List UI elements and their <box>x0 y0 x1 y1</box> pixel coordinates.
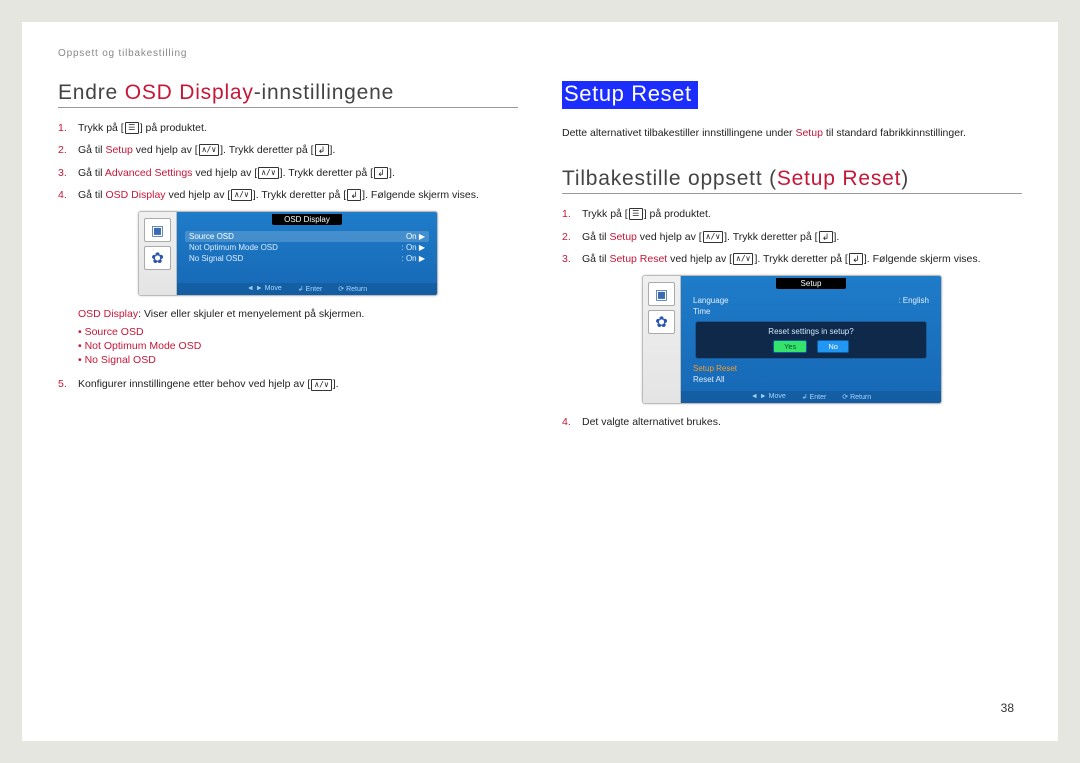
osd-sidebar: ▣ ✿ <box>139 212 177 295</box>
h-post: -innstillingene <box>254 81 394 104</box>
menu-icon <box>629 208 643 220</box>
osd-main: Setup Language: English Time Reset setti… <box>681 276 941 403</box>
osd-sub-items: Source OSD Not Optimum Mode OSD No Signa… <box>78 326 518 366</box>
heading-underline <box>562 193 1022 194</box>
step-2: Gå til Setup ved hjelp av [∧/∨]. Trykk d… <box>562 229 1022 245</box>
arrow-right-icon: ▶ <box>419 243 425 252</box>
osd-tab-picture-icon: ▣ <box>648 282 675 306</box>
osd-row-highlight: Setup Reset <box>689 363 933 374</box>
osd-footer: ◄ ► Move ↲ Enter ⟳ Return <box>681 391 941 403</box>
enter-icon <box>819 231 833 243</box>
updown-icon: ∧/∨ <box>231 189 251 201</box>
bullet-item: Source OSD <box>78 326 518 338</box>
osd-row: Not Optimum Mode OSD: On ▶ <box>185 242 429 253</box>
breadcrumb: Oppsett og tilbakestilling <box>58 48 1022 59</box>
updown-icon: ∧/∨ <box>258 167 278 179</box>
bullet-item: No Signal OSD <box>78 354 518 366</box>
dialog-no-button[interactable]: No <box>817 340 849 353</box>
updown-icon: ∧/∨ <box>703 231 723 243</box>
dialog-text: Reset settings in setup? <box>704 327 918 336</box>
step-4: Det valgte alternativet brukes. <box>562 414 1022 430</box>
osd-tab-setup-icon: ✿ <box>648 310 675 334</box>
intro-text: Dette alternativet tilbakestiller innsti… <box>562 125 1022 141</box>
osd-screenshot-left: ▣ ✿ OSD Display Source OSDOn ▶ Not Optim… <box>138 211 438 296</box>
updown-icon: ∧/∨ <box>311 379 331 391</box>
osd-row: Source OSDOn ▶ <box>185 231 429 242</box>
osd-row: Reset All <box>689 374 933 385</box>
osd-row: No Signal OSD: On ▶ <box>185 253 429 264</box>
menu-icon <box>125 122 139 134</box>
osd-row: Time <box>689 306 933 317</box>
page: Oppsett og tilbakestilling Endre OSD Dis… <box>22 22 1058 741</box>
enter-icon <box>315 144 329 156</box>
enter-icon <box>347 189 361 201</box>
step-1: Trykk på [] på produktet. <box>562 206 1022 222</box>
bullet-item: Not Optimum Mode OSD <box>78 340 518 352</box>
steps-right: Trykk på [] på produktet. Gå til Setup v… <box>562 206 1022 267</box>
osd-sidebar: ▣ ✿ <box>643 276 681 403</box>
arrow-right-icon: ▶ <box>419 232 425 241</box>
step-1: Trykk på [] på produktet. <box>58 120 518 136</box>
osd-screenshot-right: ▣ ✿ Setup Language: English Time Reset s… <box>642 275 942 404</box>
arrow-right-icon: ▶ <box>419 254 425 263</box>
step-2: Gå til Setup ved hjelp av [∧/∨]. Trykk d… <box>58 142 518 158</box>
osd-footer: ◄ ► Move ↲ Enter ⟳ Return <box>177 283 437 295</box>
enter-icon <box>374 167 388 179</box>
updown-icon: ∧/∨ <box>199 144 219 156</box>
page-number: 38 <box>1001 701 1014 715</box>
osd-row: Language: English <box>689 295 933 306</box>
osd-confirm-dialog: Reset settings in setup? Yes No <box>695 321 927 359</box>
step-3: Gå til Advanced Settings ved hjelp av [∧… <box>58 165 518 181</box>
osd-tab-picture-icon: ▣ <box>144 218 171 242</box>
osd-tab-setup-icon: ✿ <box>144 246 171 270</box>
highlighted-term: Setup Reset <box>562 81 698 109</box>
dialog-yes-button[interactable]: Yes <box>773 340 807 353</box>
heading-underline <box>58 107 518 108</box>
osd-main: OSD Display Source OSDOn ▶ Not Optimum M… <box>177 212 437 295</box>
h-red: OSD Display <box>125 81 254 104</box>
osd-title: OSD Display <box>272 214 342 225</box>
left-column: Endre OSD Display-innstillingene Trykk p… <box>58 63 518 436</box>
osd-title: Setup <box>776 278 846 289</box>
steps-right-cont: Det valgte alternativet brukes. <box>562 414 1022 430</box>
step-4: Gå til OSD Display ved hjelp av [∧/∨]. T… <box>58 187 518 203</box>
h-pre: Endre <box>58 81 125 104</box>
right-column: Setup Reset Dette alternativet tilbakest… <box>562 63 1022 436</box>
enter-icon <box>849 253 863 265</box>
osd-note: OSD Display: Viser eller skjuler et meny… <box>78 306 518 322</box>
step-5: Konfigurer innstillingene etter behov ve… <box>58 376 518 392</box>
steps-left-cont: Konfigurer innstillingene etter behov ve… <box>58 376 518 392</box>
heading-right: Tilbakestille oppsett (Setup Reset) <box>562 167 1022 191</box>
steps-left: Trykk på [] på produktet. Gå til Setup v… <box>58 120 518 203</box>
updown-icon: ∧/∨ <box>733 253 753 265</box>
heading-left: Endre OSD Display-innstillingene <box>58 81 518 105</box>
step-3: Gå til Setup Reset ved hjelp av [∧/∨]. T… <box>562 251 1022 267</box>
